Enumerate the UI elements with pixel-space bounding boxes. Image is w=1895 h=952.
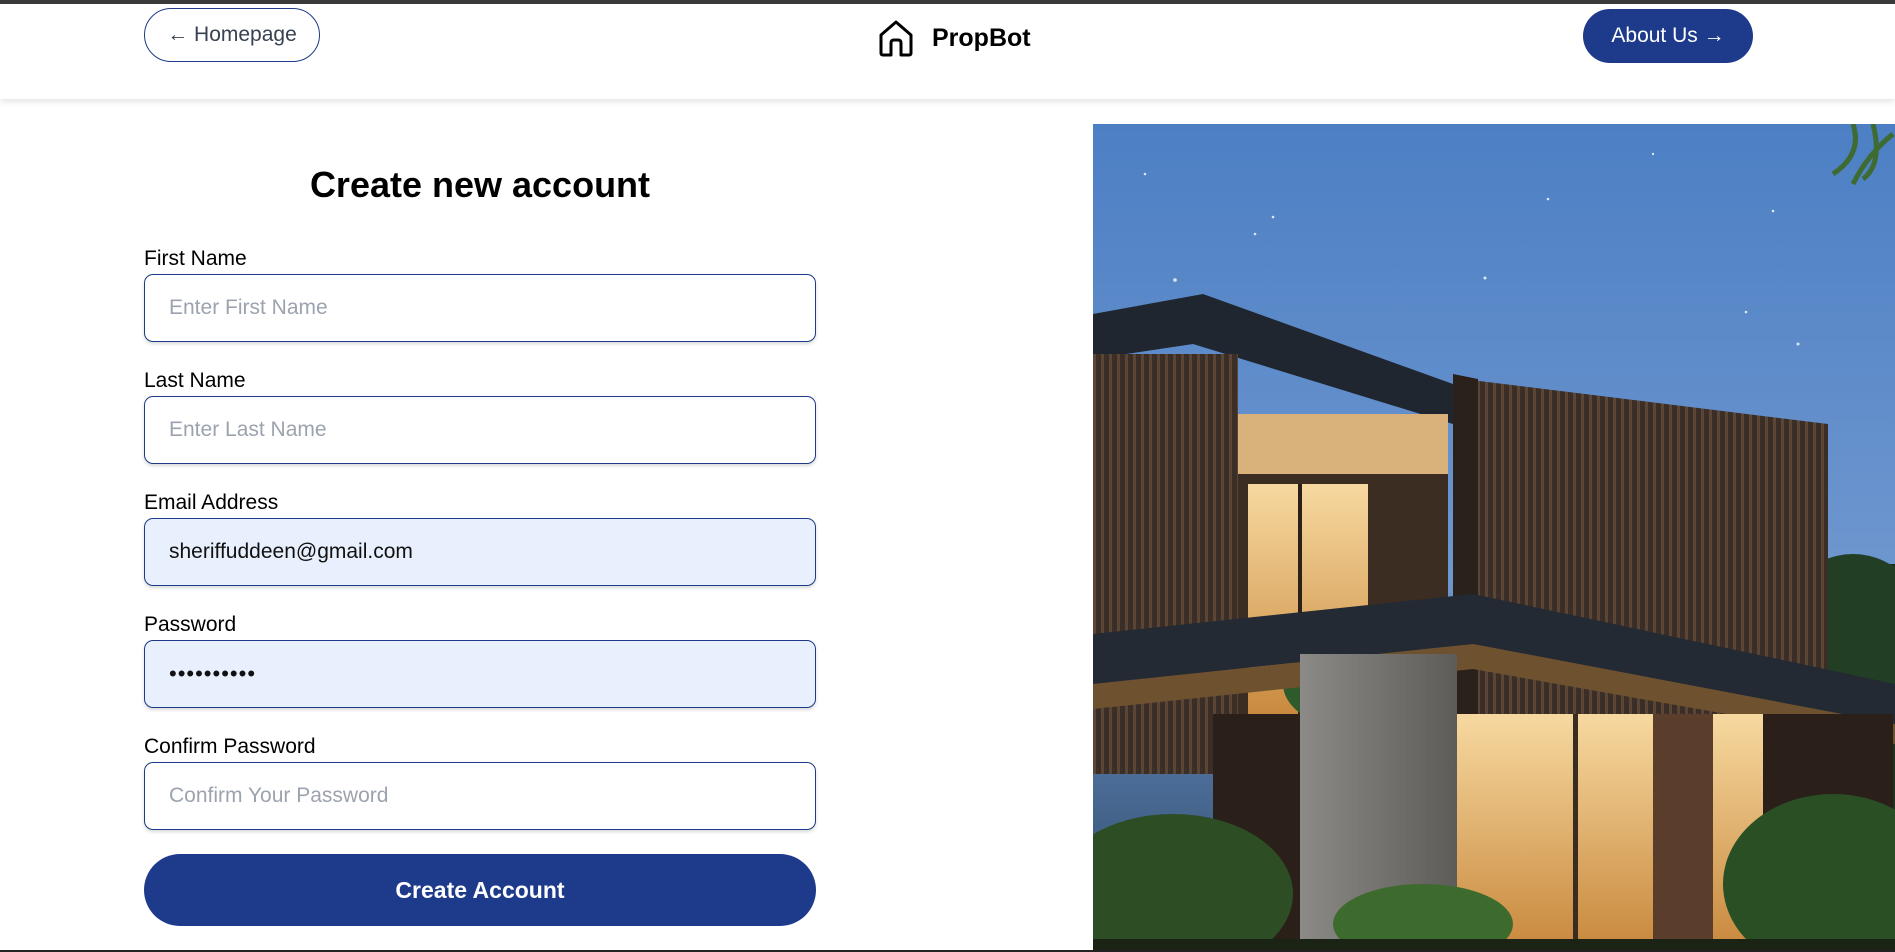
page-title: Create new account — [309, 164, 651, 205]
about-us-button[interactable]: About Us → — [1583, 9, 1753, 63]
first-name-field[interactable] — [144, 274, 816, 342]
create-account-button[interactable]: Create Account — [144, 854, 816, 926]
confirm-password-field[interactable] — [144, 762, 816, 830]
brand[interactable]: PropBot — [878, 16, 1031, 60]
password-field[interactable] — [144, 640, 816, 708]
email-field[interactable] — [144, 518, 816, 586]
password-label: Password — [144, 613, 237, 636]
house-hero-image — [1093, 124, 1895, 952]
email-label: Email Address — [144, 491, 279, 514]
last-name-field[interactable] — [144, 396, 816, 464]
confirm-password-label: Confirm Password — [144, 735, 316, 758]
first-name-label: First Name — [144, 247, 247, 270]
brand-name: PropBot — [932, 23, 1031, 52]
house-icon — [879, 20, 913, 57]
homepage-button[interactable]: ← Homepage — [144, 8, 320, 62]
navbar: ← Homepage PropBot About Us → — [0, 4, 1895, 99]
last-name-label: Last Name — [144, 369, 246, 392]
